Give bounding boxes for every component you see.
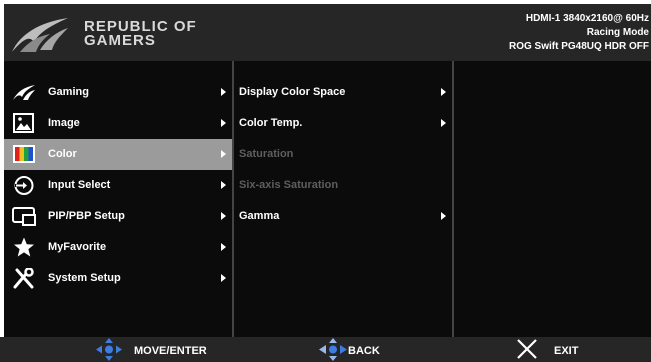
menu-item-label: Image [48,117,80,129]
chevron-right-icon [221,243,226,251]
osd-panel: REPUBLIC OF GAMERS HDMI-1 3840x2160@ 60H… [4,4,651,337]
status-input-resolution: HDMI-1 3840x2160@ 60Hz [525,13,649,24]
rog-eye-logo-icon [12,18,68,52]
main-menu: Gaming Image Color Input Select PIP/PBP … [4,61,234,337]
status-info: HDMI-1 3840x2160@ 60Hz Racing Mode ROG S… [509,12,649,54]
chevron-right-icon [221,181,226,189]
joystick-move-icon [96,338,122,361]
chevron-right-icon [221,212,226,220]
submenu-item-gamma[interactable]: Gamma [234,201,452,232]
submenu-item-label: Gamma [239,210,280,222]
detail-panel [454,61,651,337]
rog-logo-icon [13,85,35,100]
submenu-item-label: Saturation [239,148,294,160]
chevron-right-icon [221,274,226,282]
submenu-item-label: Display Color Space [239,86,346,98]
menu-item-label: PIP/PBP Setup [48,210,125,222]
submenu-item-color-temp[interactable]: Color Temp. [234,108,452,139]
menu-item-gaming[interactable]: Gaming [4,77,232,108]
submenu-item-six-axis-saturation: Six-axis Saturation [234,170,452,201]
menu-item-label: System Setup [48,272,121,284]
wrench-screwdriver-icon [13,268,34,289]
menu-item-image[interactable]: Image [4,108,232,139]
star-icon [14,237,34,257]
sub-menu: Display Color Space Color Temp. Saturati… [234,61,454,337]
chevron-right-icon [441,212,446,220]
menu-item-label: Color [48,148,77,160]
color-bars-icon [13,145,35,163]
menu-item-label: Input Select [48,179,111,191]
menu-item-system-setup[interactable]: System Setup [4,263,232,294]
menu-item-label: MyFavorite [48,241,107,253]
chevron-right-icon [221,88,226,96]
menu-item-pip-pbp[interactable]: PIP/PBP Setup [4,201,232,232]
menu-item-input-select[interactable]: Input Select [4,170,232,201]
image-icon [13,113,34,133]
close-icon [517,339,537,359]
back-label: BACK [348,345,380,357]
menu-item-label: Gaming [48,86,89,98]
joystick-back-icon [319,338,347,361]
chevron-right-icon [441,88,446,96]
pip-icon [12,207,36,226]
osd-header: REPUBLIC OF GAMERS HDMI-1 3840x2160@ 60H… [4,4,651,61]
footer-bar: MOVE/ENTER BACK EXIT [0,337,651,362]
chevron-right-icon [221,119,226,127]
chevron-right-icon [441,119,446,127]
chevron-right-icon [221,150,226,158]
status-mode: Racing Mode [586,27,649,38]
input-select-icon [14,176,34,195]
brand-line2: GAMERS [84,32,156,49]
brand-name: REPUBLIC OF GAMERS [84,19,197,49]
submenu-item-saturation: Saturation [234,139,452,170]
submenu-item-label: Six-axis Saturation [239,179,339,191]
menu-item-myfavorite[interactable]: MyFavorite [4,232,232,263]
exit-label: EXIT [554,345,579,357]
status-model-hdr: ROG Swift PG48UQ HDR OFF [508,41,649,52]
submenu-item-label: Color Temp. [239,117,303,129]
move-enter-label: MOVE/ENTER [134,345,207,357]
menu-item-color[interactable]: Color [4,139,232,170]
submenu-item-display-color-space[interactable]: Display Color Space [234,77,452,108]
